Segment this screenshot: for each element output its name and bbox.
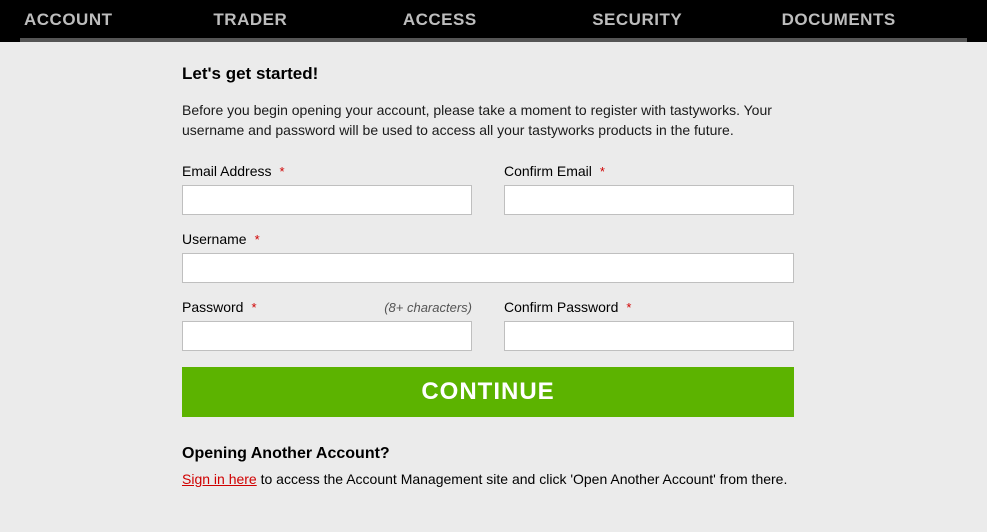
required-marker: * <box>251 300 256 315</box>
password-input[interactable] <box>182 321 472 351</box>
field-confirm-email: Confirm Email * <box>504 163 794 215</box>
required-marker: * <box>255 232 260 247</box>
intro-text: Before you begin opening your account, p… <box>182 100 794 141</box>
tab-access[interactable]: ACCESS <box>399 0 588 42</box>
tab-security[interactable]: SECURITY <box>588 0 777 42</box>
tab-account[interactable]: ACCOUNT <box>20 0 209 42</box>
another-account-heading: Opening Another Account? <box>182 445 794 463</box>
field-confirm-password: Confirm Password * <box>504 299 794 351</box>
page-title: Let's get started! <box>182 64 794 84</box>
field-username: Username * <box>182 231 794 283</box>
label-confirm-password: Confirm Password <box>504 299 618 315</box>
another-account-text: Sign in here to access the Account Manag… <box>182 469 794 489</box>
username-input[interactable] <box>182 253 794 283</box>
required-marker: * <box>600 164 605 179</box>
top-nav: ACCOUNT TRADER ACCESS SECURITY DOCUMENTS <box>0 0 987 42</box>
sign-in-link[interactable]: Sign in here <box>182 471 257 487</box>
label-username: Username <box>182 231 247 247</box>
label-email: Email Address <box>182 163 271 179</box>
confirm-password-input[interactable] <box>504 321 794 351</box>
tab-trader[interactable]: TRADER <box>209 0 398 42</box>
password-hint: (8+ characters) <box>384 300 472 315</box>
label-password: Password <box>182 299 243 315</box>
field-password: Password * (8+ characters) <box>182 299 472 351</box>
another-account-rest: to access the Account Management site an… <box>257 471 788 487</box>
continue-button[interactable]: CONTINUE <box>182 367 794 417</box>
tab-documents[interactable]: DOCUMENTS <box>778 0 967 42</box>
required-marker: * <box>626 300 631 315</box>
field-email: Email Address * <box>182 163 472 215</box>
confirm-email-input[interactable] <box>504 185 794 215</box>
required-marker: * <box>279 164 284 179</box>
main-content: Let's get started! Before you begin open… <box>182 42 794 489</box>
label-confirm-email: Confirm Email <box>504 163 592 179</box>
email-input[interactable] <box>182 185 472 215</box>
